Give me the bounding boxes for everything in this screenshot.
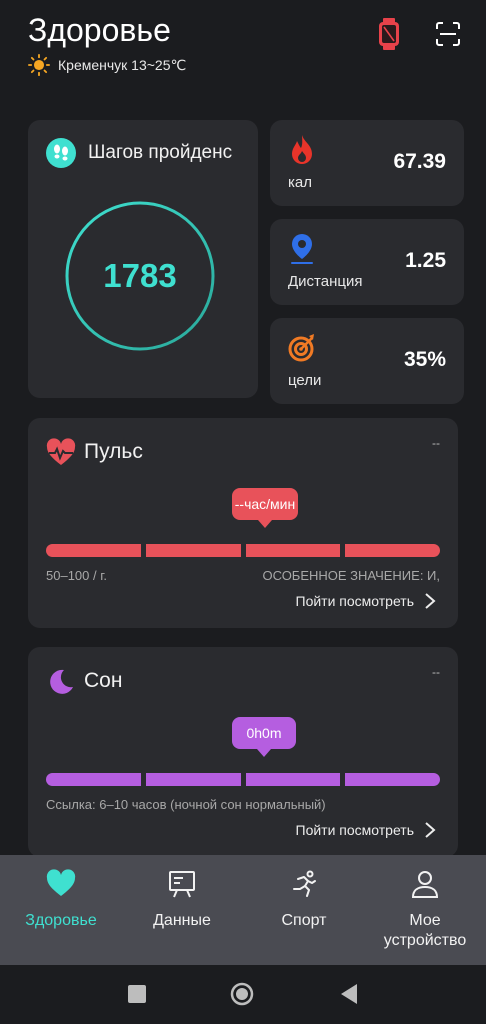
tab-health-label: Здоровье xyxy=(25,912,97,929)
calories-card[interactable]: кал 67.39 xyxy=(270,120,464,206)
target-icon xyxy=(288,334,314,362)
system-nav-bar xyxy=(0,965,486,1024)
tab-device-label: Мое устройство xyxy=(383,912,467,949)
calories-label: кал xyxy=(288,174,312,191)
heart-icon xyxy=(46,869,76,896)
person-icon xyxy=(411,871,439,898)
sleep-bar-segment xyxy=(245,773,341,786)
distance-value: 1.25 xyxy=(405,249,446,272)
chart-board-icon xyxy=(169,871,195,898)
pulse-special-value: ОСОБЕННОЕ ЗНАЧЕНИЕ: И, xyxy=(262,568,440,583)
flame-icon xyxy=(292,135,312,164)
sleep-view-link[interactable]: Пойти посмотреть xyxy=(296,821,437,839)
tab-health[interactable]: Здоровье xyxy=(10,855,112,965)
tab-sport-label: Спорт xyxy=(281,912,327,929)
calories-value: 67.39 xyxy=(393,150,446,173)
runner-icon xyxy=(293,870,316,897)
sleep-card[interactable]: Сон -- 0h0m Ссылка: 6–10 часов (ночной с… xyxy=(28,647,458,857)
weather-info: Кременчук 13~25℃ xyxy=(28,54,186,76)
chevron-right-icon xyxy=(425,822,436,838)
sleep-reference: Ссылка: 6–10 часов (ночной сон нормальны… xyxy=(46,797,326,812)
goal-card[interactable]: цели 35% xyxy=(270,318,464,404)
back-button[interactable] xyxy=(339,983,359,1005)
pulse-last-value: -- xyxy=(432,436,440,450)
watch-disconnected-icon[interactable] xyxy=(378,18,400,50)
pulse-bar-segment xyxy=(145,544,241,557)
pulse-bar-segment xyxy=(345,544,440,557)
sleep-bar-segment xyxy=(46,773,141,786)
chevron-right-icon xyxy=(425,593,436,609)
pulse-range-bar xyxy=(46,544,440,557)
home-button[interactable] xyxy=(230,982,254,1006)
pulse-bar-segment xyxy=(46,544,141,557)
tab-data[interactable]: Данные xyxy=(132,855,232,965)
sleep-range-bar xyxy=(46,773,440,786)
pulse-view-link[interactable]: Пойти посмотреть xyxy=(296,592,437,610)
header: Здоровье Кременчук 13~25℃ xyxy=(0,0,486,100)
sleep-bar-segment xyxy=(145,773,241,786)
sleep-view-link-label: Пойти посмотреть xyxy=(295,822,415,838)
weather-text: Кременчук 13~25℃ xyxy=(58,56,187,73)
sleep-title: Сон xyxy=(84,669,123,692)
goal-value: 35% xyxy=(403,348,446,371)
distance-label: Дистанция xyxy=(288,273,363,290)
recents-button[interactable] xyxy=(128,985,146,1003)
goal-label: цели xyxy=(288,372,322,389)
sleep-value-bubble: 0h0m xyxy=(232,717,296,757)
location-pin-icon xyxy=(291,234,313,264)
sleep-bar-segment xyxy=(345,773,440,786)
pulse-view-link-label: Пойти посмотреть xyxy=(295,593,415,609)
steps-value: 1783 xyxy=(103,257,177,294)
heart-pulse-icon xyxy=(46,438,76,465)
distance-card[interactable]: Дистанция 1.25 xyxy=(270,219,464,305)
sleep-last-value: -- xyxy=(432,665,440,679)
footprints-icon xyxy=(46,138,76,168)
steps-card[interactable]: Шагов пройденс 1783 xyxy=(28,120,258,398)
moon-icon xyxy=(50,669,73,694)
tab-sport[interactable]: Спорт xyxy=(254,855,354,965)
page-title: Здоровье xyxy=(28,12,171,48)
pulse-title: Пульс xyxy=(84,440,143,463)
scan-icon[interactable] xyxy=(436,22,460,46)
bottom-tab-bar: Здоровье Данные Спорт Мое устройство xyxy=(0,855,486,965)
tab-data-label: Данные xyxy=(153,912,211,929)
pulse-reference: 50–100 / г. xyxy=(46,568,107,583)
sun-icon xyxy=(28,54,50,76)
pulse-bar-segment xyxy=(245,544,341,557)
steps-title: Шагов пройденс xyxy=(88,142,233,163)
pulse-value-bubble: --час/мин xyxy=(232,488,298,528)
pulse-card[interactable]: Пульс -- --час/мин 50–100 / г. ОСОБЕННОЕ… xyxy=(28,418,458,628)
tab-device[interactable]: Мое устройство xyxy=(370,855,480,965)
